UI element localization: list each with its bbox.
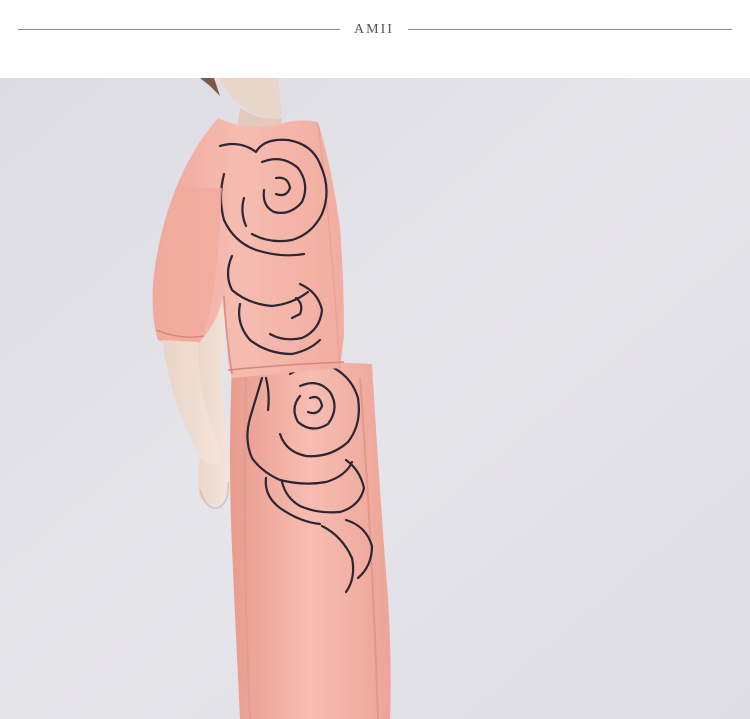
model-photo-illustration: [0, 78, 750, 719]
brand-logo: AMII: [354, 22, 394, 37]
product-photo: [0, 78, 750, 719]
header-divider-right: [408, 29, 732, 30]
header-divider-left: [18, 29, 340, 30]
rose-print-skirt: [230, 362, 391, 719]
page-header: AMII: [0, 0, 750, 78]
